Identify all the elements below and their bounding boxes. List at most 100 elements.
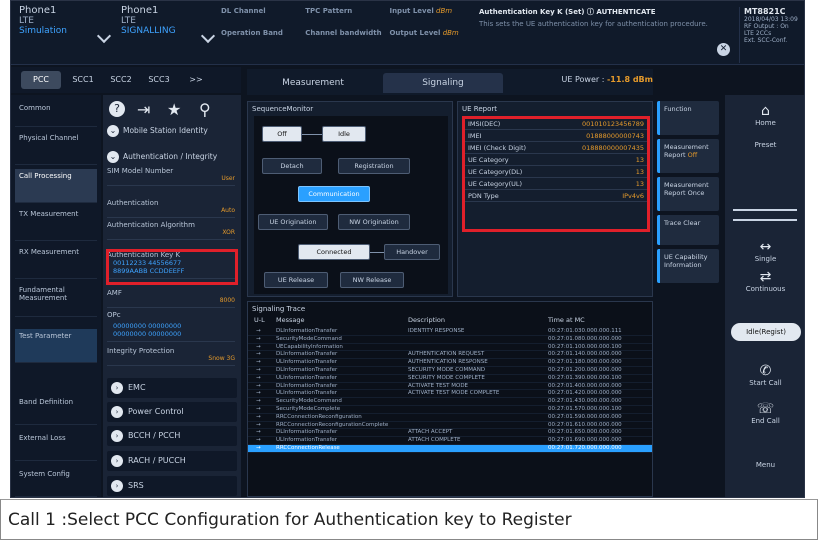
ue-power-value: -11.8 dBm: [606, 75, 653, 84]
section-rach-pucch[interactable]: › RACH / PUCCH: [107, 451, 237, 471]
table-row[interactable]: → RRCConnectionReconfigurationComplete 00:…: [248, 422, 652, 430]
nav-tx-measurement[interactable]: TX Measurement: [15, 207, 97, 241]
stat-channel-bandwidth: Channel bandwidth: [305, 29, 382, 37]
table-row[interactable]: → RRCConnectionReconfiguration 00:27:01.59…: [248, 414, 652, 422]
tab-scc1[interactable]: SCC1: [65, 71, 101, 89]
tab-scc2[interactable]: SCC2: [103, 71, 139, 89]
cell-selector-1[interactable]: Phone1 LTE Simulation: [19, 5, 109, 57]
nav-system-config[interactable]: System Config: [15, 467, 97, 497]
highlight-box: [106, 249, 238, 285]
trace-cell-desc: SECURITY MODE COMPLETE: [408, 374, 485, 381]
nav-fundamental-measurement[interactable]: Fundamental Measurement: [15, 283, 97, 317]
menu-button[interactable]: Menu: [729, 461, 802, 469]
section-label: EMC: [128, 383, 146, 392]
tab-signaling[interactable]: Signaling: [383, 73, 503, 93]
nav-call-processing[interactable]: Call Processing: [15, 169, 97, 203]
table-row[interactable]: → RRCConnectionRelease 00:27:01.720.000.00…: [248, 444, 652, 453]
trace-cell-dir: →: [256, 374, 261, 381]
section-emc[interactable]: › EMC: [107, 378, 237, 398]
help-icon[interactable]: ?: [109, 101, 125, 117]
trace-cell-time: 00:27:01.030.000.000.111: [548, 328, 622, 334]
cell2-name: Phone1: [121, 5, 159, 16]
nav-physical-channel[interactable]: Physical Channel: [15, 131, 97, 165]
trace-cell-dir: →: [256, 328, 261, 334]
preset-button[interactable]: Preset: [729, 141, 802, 149]
trace-cell-desc: ATTACH ACCEPT: [408, 429, 453, 436]
sysinfo-datetime: 2018/04/03 13:09: [744, 16, 798, 23]
tab-more[interactable]: >>: [181, 71, 211, 89]
table-row[interactable]: → DLInformationTransfer AUTHENTICATION REQ…: [248, 351, 652, 360]
state-idle: Idle: [322, 126, 366, 142]
table-row[interactable]: → SecurityModeCommand 00:27:01.080.000.000…: [248, 336, 652, 344]
table-row[interactable]: → ULInformationTransfer ACTIVATE TEST MODE…: [248, 390, 652, 399]
param-value: User: [221, 175, 235, 182]
connector: [302, 134, 322, 135]
tab-measurement[interactable]: Measurement: [253, 73, 373, 93]
param-integrity-protection[interactable]: Integrity Protection Snow 3G: [107, 347, 235, 366]
jump-icon[interactable]: ⇥: [137, 101, 150, 119]
param-opc[interactable]: OPc 00000000 00000000 00000000 00000000: [107, 311, 235, 342]
param-amf[interactable]: AMF 8000: [107, 289, 235, 308]
nav-common[interactable]: Common: [15, 101, 97, 127]
table-row[interactable]: → SecurityModeCommand 00:27:01.430.000.000…: [248, 398, 652, 406]
cell1-rat: LTE: [19, 16, 34, 26]
single-button[interactable]: ↔ Single: [729, 239, 802, 263]
nav-external-loss[interactable]: External Loss: [15, 431, 97, 461]
param-label: OPc: [107, 311, 121, 319]
close-icon[interactable]: ✕: [717, 43, 730, 56]
trace-clear-button[interactable]: Trace Clear: [657, 215, 719, 245]
sysinfo-scc-conf: Ext. SCC-Conf.: [744, 37, 788, 44]
trace-header: U-L Message Description Time at MC: [248, 314, 652, 326]
start-call-button[interactable]: ✆ Start Call: [729, 363, 802, 387]
state-nw-release: NW Release: [340, 272, 404, 288]
trace-cell-msg: DLInformationTransfer: [276, 351, 338, 358]
table-row[interactable]: → DLInformationTransfer ACTIVATE TEST MODE…: [248, 383, 652, 391]
param-auth-algorithm[interactable]: Authentication Algorithm XOR: [107, 221, 235, 240]
section-power-control[interactable]: › Power Control: [107, 402, 237, 422]
connector: [370, 252, 384, 253]
param-label: Integrity Protection: [107, 347, 175, 355]
trace-list[interactable]: → DLInformationTransfer IDENTITY RESPONSE 0…: [248, 328, 652, 496]
table-row[interactable]: → DLInformationTransfer ATTACH ACCEPT 00:27…: [248, 429, 652, 438]
section-auth-integrity[interactable]: ⌄ Authentication / Integrity: [107, 151, 235, 163]
table-row[interactable]: → ULInformationTransfer AUTHENTICATION RES…: [248, 359, 652, 367]
tab-scc3[interactable]: SCC3: [141, 71, 177, 89]
cell-selector-2[interactable]: Phone1 LTE SIGNALLING: [121, 5, 211, 57]
nav-rx-measurement[interactable]: RX Measurement: [15, 245, 97, 279]
measurement-report-button[interactable]: Measurement Report Off: [657, 139, 719, 173]
function-button[interactable]: Function: [657, 101, 719, 135]
trace-cell-desc: IDENTITY RESPONSE: [408, 328, 465, 334]
table-row[interactable]: → DLInformationTransfer SECURITY MODE COMM…: [248, 367, 652, 375]
ue-capability-button[interactable]: UE Capability Information: [657, 249, 719, 283]
trace-cell-desc: ATTACH COMPLETE: [408, 437, 461, 444]
table-row[interactable]: → SecurityModeComplete 00:27:01.570.000.00…: [248, 406, 652, 414]
table-row[interactable]: → ULInformationTransfer ATTACH COMPLETE 00:…: [248, 437, 652, 445]
section-bcch-pcch[interactable]: › BCCH / PCCH: [107, 426, 237, 446]
trace-cell-dir: →: [256, 437, 261, 444]
section-mobile-identity[interactable]: ⌄ Mobile Station Identity: [107, 125, 235, 137]
nav-test-parameter[interactable]: Test Parameter: [15, 329, 97, 363]
param-authentication[interactable]: Authentication Auto: [107, 199, 235, 218]
tab-pcc[interactable]: PCC: [21, 71, 61, 89]
section-label: BCCH / PCCH: [128, 431, 181, 440]
table-row[interactable]: → UECapabilityInformation 00:27:01.100.000…: [248, 344, 652, 352]
chevron-right-icon: ›: [111, 479, 123, 492]
stat-input-level: Input Level dBm: [389, 7, 453, 15]
search-icon[interactable]: ⚲: [199, 101, 211, 119]
measurement-report-once-button[interactable]: Measurement Report Once: [657, 177, 719, 211]
table-row[interactable]: → DLInformationTransfer IDENTITY RESPONSE 0…: [248, 328, 652, 336]
top-status-bar: Phone1 LTE Simulation Phone1 LTE SIGNALL…: [11, 1, 804, 65]
end-call-button[interactable]: ☏ End Call: [729, 401, 802, 425]
continuous-button[interactable]: ⇄ Continuous: [729, 269, 802, 293]
table-row[interactable]: → ULInformationTransfer SECURITY MODE COMP…: [248, 375, 652, 383]
trace-cell-time: 00:27:01.420.000.000.000: [548, 390, 622, 397]
trace-cell-dir: →: [256, 421, 261, 428]
level-slider[interactable]: [729, 203, 802, 227]
nav-band-definition[interactable]: Band Definition: [15, 395, 97, 425]
star-icon[interactable]: ★: [167, 101, 181, 119]
home-button[interactable]: ⌂ Home: [729, 103, 802, 127]
section-srs[interactable]: › SRS: [107, 476, 237, 496]
trace-cell-dir: →: [256, 343, 261, 350]
param-sim-model[interactable]: SIM Model Number User: [107, 167, 235, 186]
state-off: Off: [262, 126, 302, 142]
